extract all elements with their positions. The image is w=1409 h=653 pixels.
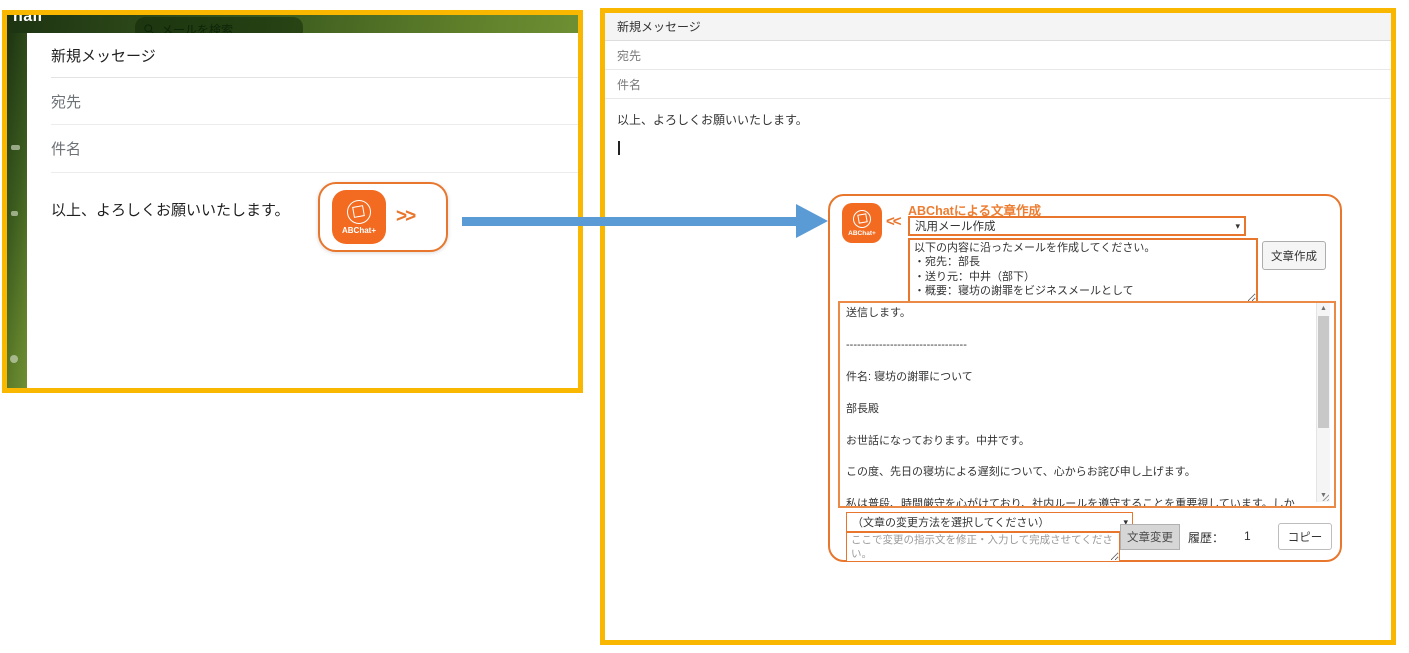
modify-instruction-textarea[interactable] <box>846 532 1120 562</box>
subject-field[interactable]: 件名 <box>51 125 578 173</box>
output-scrollbar[interactable]: ▲ ▼ <box>1316 303 1330 502</box>
sidebar-fragment <box>10 355 18 363</box>
right-highlight-frame: 新規メッセージ 宛先 件名 以上、よろしくお願いいたします。 ABChat+ <… <box>600 8 1396 645</box>
abchat-app-icon: ABChat+ <box>842 203 882 243</box>
subject-field[interactable]: 件名 <box>605 70 1391 99</box>
generated-text-output[interactable]: 送信します。 ---------------------------------… <box>838 301 1336 508</box>
prompt-textarea[interactable]: 以下の内容に沿ったメールを作成してください。 ・宛先：部長 ・送り元：中井（部下… <box>908 238 1258 304</box>
modify-text-button[interactable]: 文章変更 <box>1120 524 1180 550</box>
copy-button[interactable]: コピー <box>1278 523 1332 550</box>
sidebar-fragment <box>11 145 20 150</box>
compose-body-text[interactable]: 以上、よろしくお願いいたします。 <box>617 111 808 128</box>
gmail-logo-fragment: nail <box>13 15 43 26</box>
compose-body[interactable]: 以上、よろしくお願いいたします。 ABChat+ << ABChatによる文章作… <box>605 99 1391 640</box>
to-field[interactable]: 宛先 <box>605 41 1391 70</box>
flow-arrow-line <box>462 217 796 226</box>
gmail-sidebar-strip <box>7 33 27 388</box>
mail-search-placeholder: メールを検索 <box>161 21 233 34</box>
collapse-chevrons-button[interactable]: << <box>886 213 900 230</box>
history-count: 1 <box>1244 529 1251 543</box>
template-select[interactable]: 汎用メール作成 ▾ <box>908 216 1246 236</box>
screenshot-canvas: nail メールを検索 新規メッセージ 宛先 件名 以上、よろしくお願いいたしま… <box>0 0 1409 653</box>
abchat-logo-icon <box>347 200 371 224</box>
abchat-assistant-panel: ABChat+ << ABChatによる文章作成 汎用メール作成 ▾ 以下の内容… <box>828 194 1342 562</box>
gmail-header-strip: nail メールを検索 <box>7 15 578 33</box>
modify-method-select[interactable]: （文章の変更方法を選択してください） ▾ <box>846 512 1133 532</box>
compose-title: 新規メッセージ <box>51 33 578 78</box>
search-icon <box>143 23 155 33</box>
scrollbar-thumb[interactable] <box>1318 316 1329 428</box>
text-cursor <box>618 141 620 155</box>
compose-window: 新規メッセージ 宛先 件名 以上、よろしくお願いいたします。 ABChat+ >… <box>27 33 578 388</box>
mail-search-bar[interactable]: メールを検索 <box>135 17 303 33</box>
to-field[interactable]: 宛先 <box>51 78 578 125</box>
left-highlight-frame: nail メールを検索 新規メッセージ 宛先 件名 以上、よろしくお願いいたしま… <box>2 10 583 393</box>
expand-chevrons-icon: >> <box>396 206 414 228</box>
history-label: 履歴： <box>1188 529 1224 546</box>
scroll-up-icon[interactable]: ▲ <box>1317 303 1330 315</box>
abchat-launcher-button[interactable]: ABChat+ >> <box>318 182 448 252</box>
flow-arrow-head <box>796 204 828 238</box>
abchat-app-icon: ABChat+ <box>332 190 386 244</box>
abchat-logo-icon <box>853 210 871 228</box>
compose-title: 新規メッセージ <box>605 13 1391 41</box>
generate-text-button[interactable]: 文章作成 <box>1262 241 1326 270</box>
chevron-down-icon: ▾ <box>1235 221 1240 232</box>
sidebar-fragment <box>11 211 18 216</box>
